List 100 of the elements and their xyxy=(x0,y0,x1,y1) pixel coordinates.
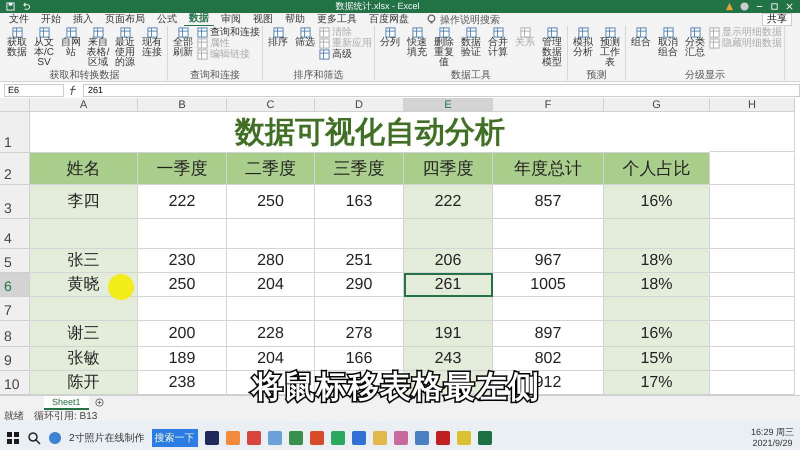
table-cell: 18% xyxy=(604,249,710,273)
app-icon[interactable] xyxy=(204,430,219,444)
table-cell: 222 xyxy=(404,185,493,219)
ribbon-button[interactable]: 分列 xyxy=(377,27,403,48)
table-cell: 206 xyxy=(404,249,493,273)
maximize-icon[interactable] xyxy=(770,2,779,11)
column-header[interactable]: H xyxy=(710,98,795,112)
ribbon-button[interactable]: 最近使用的源 xyxy=(112,27,138,68)
share-button[interactable]: 共享 xyxy=(762,13,792,26)
ribbon-tab[interactable]: 开始 xyxy=(36,14,66,26)
row-header[interactable]: 4 xyxy=(0,219,30,249)
ribbon-button[interactable]: 删除重复值 xyxy=(431,27,457,68)
ribbon-button[interactable]: 分类汇总 xyxy=(682,27,708,58)
close-icon[interactable] xyxy=(785,2,794,11)
save-icon[interactable] xyxy=(6,2,15,11)
group-label: 数据工具 xyxy=(450,70,492,81)
ribbon-button[interactable]: 模拟分析 xyxy=(570,27,596,58)
row-header[interactable]: 6 xyxy=(0,273,30,297)
ribbon-button[interactable]: 现有连接 xyxy=(139,27,165,58)
table-cell: 200 xyxy=(138,321,227,347)
ribbon-tab[interactable]: 百度网盘 xyxy=(364,14,414,26)
ribbon-button[interactable]: 合并计算 xyxy=(485,27,511,58)
table-cell: 230 xyxy=(138,249,227,273)
table-cell: 280 xyxy=(227,249,315,273)
table-cell: 189 xyxy=(138,347,227,371)
warning-icon[interactable] xyxy=(725,2,734,11)
column-header[interactable]: E xyxy=(404,98,493,112)
table-cell: 228 xyxy=(227,321,315,347)
ribbon-button[interactable]: 组合 xyxy=(628,27,654,48)
table-cell: 陈开 xyxy=(30,371,138,395)
ribbon-button[interactable]: 筛选 xyxy=(292,27,318,48)
search-button[interactable]: 搜索一下 xyxy=(152,428,198,446)
formula-field[interactable]: 261 xyxy=(83,84,800,96)
ribbon-tab[interactable]: 公式 xyxy=(152,14,182,26)
table-cell: 250 xyxy=(227,185,315,219)
ribbon-tab[interactable]: 文件 xyxy=(4,14,34,26)
ribbon-button[interactable]: 查询和连接 xyxy=(197,27,260,38)
ribbon-button[interactable]: 获取数据 xyxy=(4,27,30,58)
table-cell: 李四 xyxy=(30,185,138,219)
lightbulb-icon xyxy=(426,14,437,25)
ribbon-button[interactable]: 高级 xyxy=(319,49,372,60)
table-cell: 16% xyxy=(604,185,710,219)
account-icon[interactable] xyxy=(740,2,749,11)
table-cell: 张敏 xyxy=(30,347,138,371)
group-label: 查询和连接 xyxy=(189,70,241,81)
table-cell: 250 xyxy=(138,273,227,297)
app-icon[interactable] xyxy=(478,430,492,444)
row-header[interactable]: 10 xyxy=(0,371,30,395)
table-cell: 15% xyxy=(604,347,710,371)
sheet-icon xyxy=(197,38,208,49)
ribbon-button[interactable]: 来自表格/区域 xyxy=(85,27,111,68)
column-header[interactable]: B xyxy=(138,98,227,112)
group-label: 排序和筛选 xyxy=(292,70,344,81)
ribbon-tab[interactable]: 审阅 xyxy=(216,14,246,26)
sheet-tab[interactable]: Sheet1 xyxy=(44,396,89,410)
table-cell: 16% xyxy=(604,321,710,347)
ribbon-tab[interactable]: 视图 xyxy=(248,14,278,26)
ribbon-button[interactable]: 全部刷新 xyxy=(170,27,196,58)
ribbon-button[interactable]: 排序 xyxy=(265,27,291,48)
row-header[interactable]: 3 xyxy=(0,185,30,219)
app-icon[interactable] xyxy=(436,430,450,444)
taskbar-item[interactable]: 2寸照片在线制作 xyxy=(69,430,145,444)
clock-time: 16:29 周三 xyxy=(750,426,794,438)
ribbon-tab[interactable]: 更多工具 xyxy=(312,14,362,26)
row-header[interactable]: 7 xyxy=(0,297,30,321)
column-header[interactable]: C xyxy=(227,98,315,112)
clock-date: 2021/9/29 xyxy=(751,438,794,448)
ribbon-button[interactable]: 自网站 xyxy=(58,27,84,58)
ribbon-button[interactable]: 预测工作表 xyxy=(597,27,623,68)
ribbon-button[interactable]: 管理数据模型 xyxy=(539,27,565,68)
add-sheet-icon[interactable] xyxy=(94,398,104,407)
name-box[interactable]: E6 xyxy=(4,84,64,96)
table-cell: 17% xyxy=(604,371,710,395)
table-cell: 191 xyxy=(404,321,493,347)
undo-icon[interactable] xyxy=(21,2,30,11)
ribbon-tab[interactable]: 页面布局 xyxy=(100,14,150,26)
column-header[interactable]: F xyxy=(493,98,604,112)
row-header[interactable]: 8 xyxy=(0,321,30,347)
ribbon-button[interactable]: 从文本/CSV xyxy=(31,27,57,68)
browser-icon[interactable] xyxy=(48,430,62,444)
search-icon[interactable] xyxy=(27,430,41,444)
row-header[interactable]: 1 xyxy=(0,112,30,153)
column-heading: 一季度 xyxy=(138,153,227,185)
row-header[interactable]: 5 xyxy=(0,249,30,273)
ribbon-button[interactable]: 取消组合 xyxy=(655,27,681,58)
group-label: 分级显示 xyxy=(684,70,726,81)
row-header[interactable]: 9 xyxy=(0,347,30,371)
ribbon-tab[interactable]: 插入 xyxy=(68,14,98,26)
column-heading: 三季度 xyxy=(315,153,404,185)
row-header[interactable]: 2 xyxy=(0,153,30,185)
status-text: 就绪 xyxy=(4,410,24,422)
ribbon-button[interactable]: 快速填充 xyxy=(404,27,430,58)
search-field[interactable]: 操作说明搜索 xyxy=(440,12,500,26)
table-cell: 243 xyxy=(404,347,493,371)
column-header[interactable]: G xyxy=(604,98,710,112)
windows-icon[interactable] xyxy=(6,430,20,444)
ribbon-tab[interactable]: 帮助 xyxy=(280,14,310,26)
column-header[interactable]: D xyxy=(315,98,404,112)
column-header[interactable]: A xyxy=(30,98,138,112)
ribbon-button[interactable]: 数据验证 xyxy=(458,27,484,58)
